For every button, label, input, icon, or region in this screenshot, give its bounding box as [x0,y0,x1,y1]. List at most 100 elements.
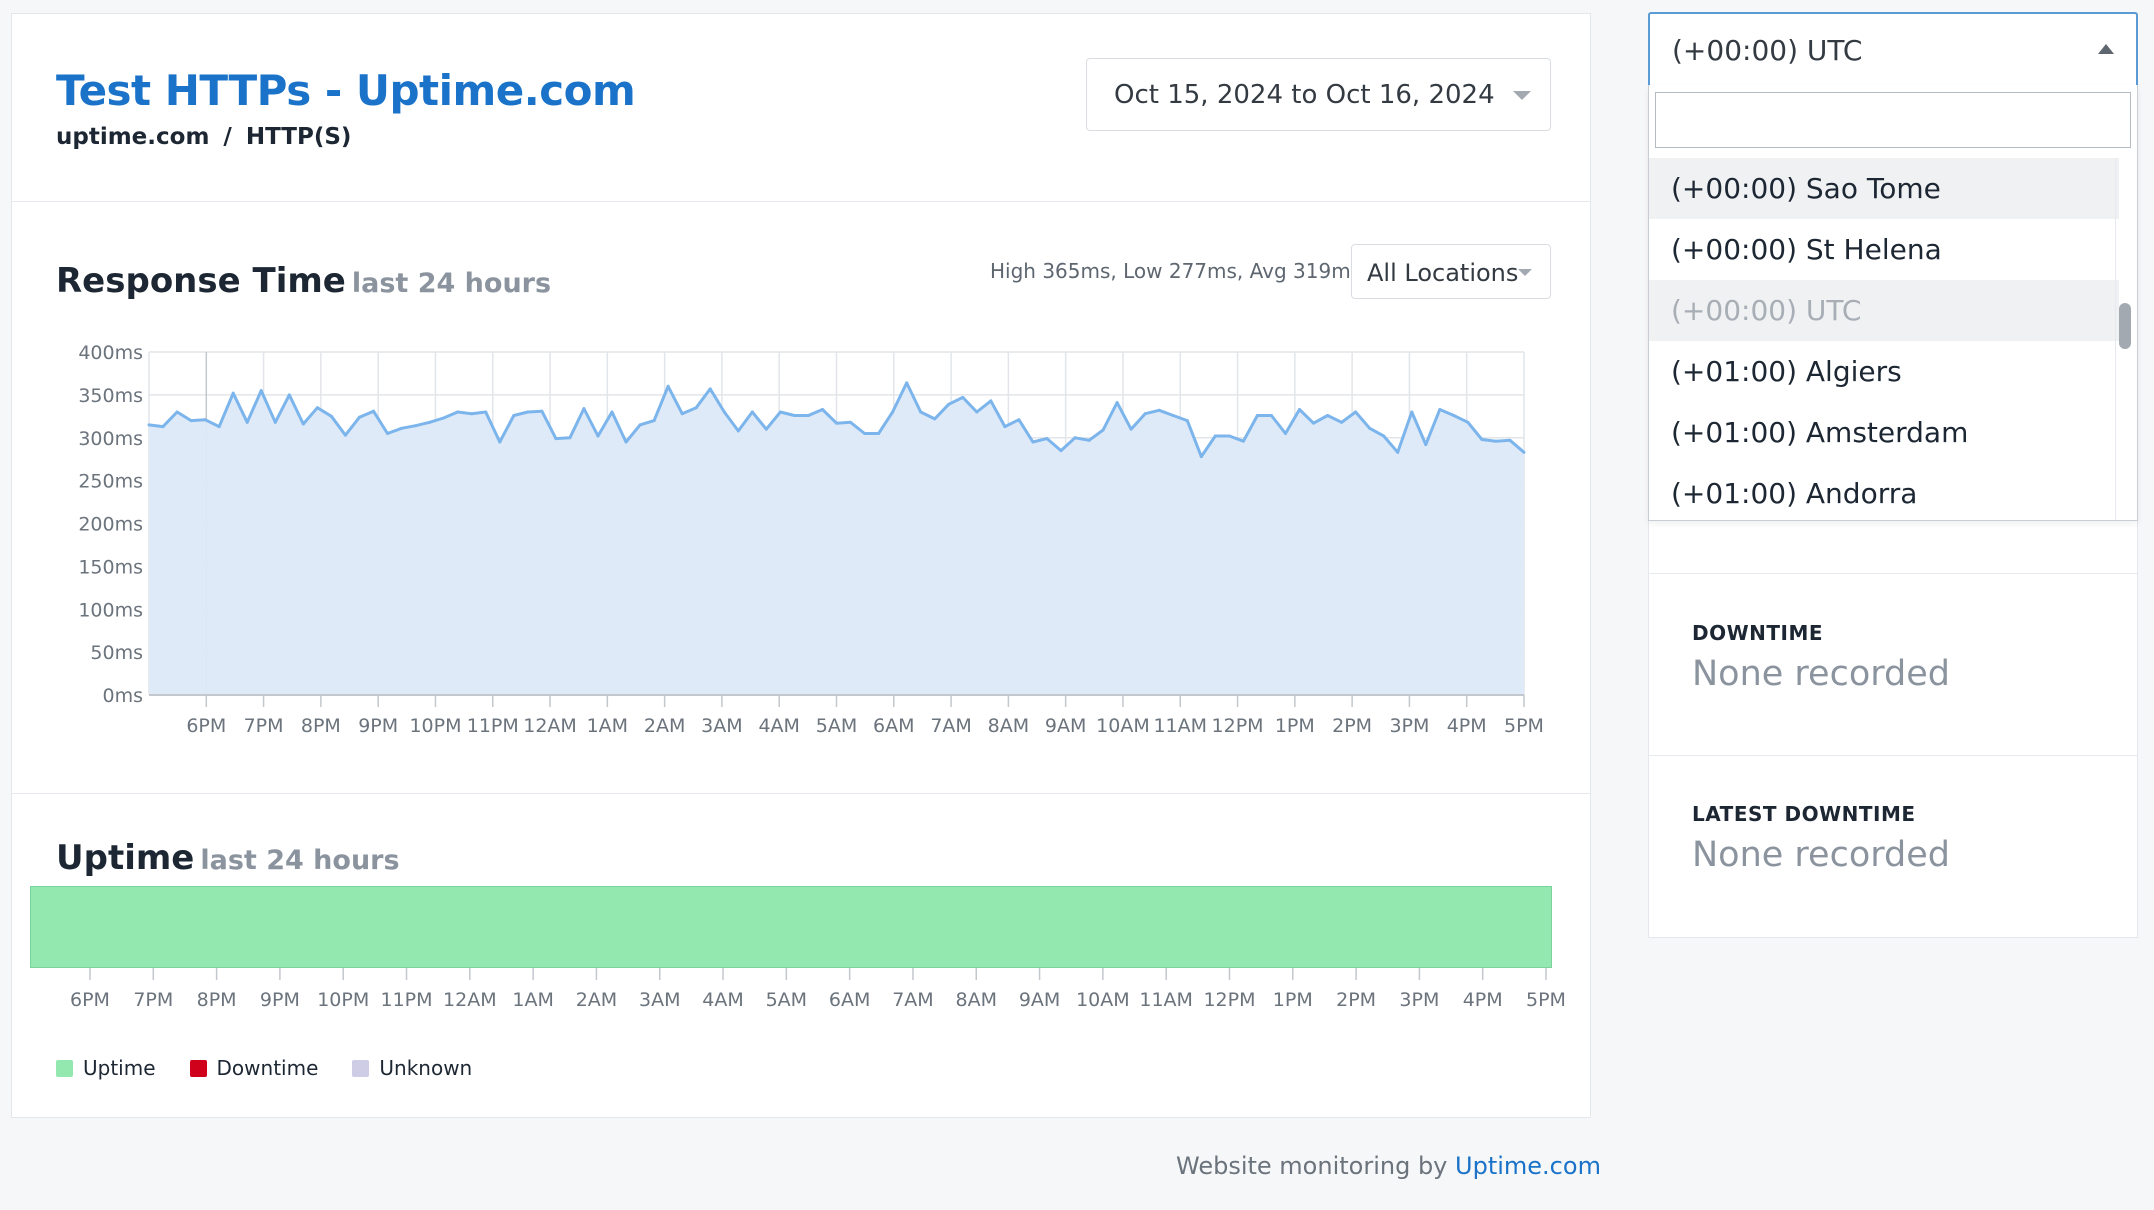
response-time-point[interactable] [386,431,390,435]
response-time-point[interactable] [1101,428,1105,432]
response-time-point[interactable] [1185,419,1189,423]
response-time-point[interactable] [722,410,726,414]
response-time-point[interactable] [203,418,207,422]
timezone-option[interactable]: (+00:00) St Helena [1649,219,2119,280]
response-time-point[interactable] [526,410,530,414]
response-time-point[interactable] [357,415,361,419]
response-time-point[interactable] [1241,439,1245,443]
timezone-select[interactable]: (+00:00) UTC [1648,12,2138,86]
timezone-option[interactable]: (+01:00) Algiers [1649,341,2119,402]
response-time-point[interactable] [1480,437,1484,441]
timezone-scrollbar-thumb[interactable] [2119,303,2131,349]
response-time-point[interactable] [1045,437,1049,441]
response-time-point[interactable] [1410,410,1414,414]
response-time-point[interactable] [736,429,740,433]
response-time-point[interactable] [1017,418,1021,422]
response-time-point[interactable] [792,413,796,417]
response-time-point[interactable] [217,425,221,429]
response-time-point[interactable] [778,410,782,414]
response-time-point[interactable] [1283,431,1287,435]
response-time-point[interactable] [1298,407,1302,411]
legend-item-unknown[interactable]: Unknown [352,1056,472,1080]
response-time-point[interactable] [189,419,193,423]
response-time-point[interactable] [1508,438,1512,442]
response-time-point[interactable] [1003,425,1007,429]
response-time-point[interactable] [1396,450,1400,454]
response-time-point[interactable] [891,410,895,414]
response-time-point[interactable] [806,413,810,417]
response-time-point[interactable] [820,407,824,411]
response-time-point[interactable] [287,393,291,397]
legend-item-uptime[interactable]: Uptime [56,1056,156,1080]
response-time-point[interactable] [1171,413,1175,417]
response-time-point[interactable] [666,384,670,388]
response-time-point[interactable] [1452,413,1456,417]
timezone-option[interactable]: (+01:00) Amsterdam [1649,402,2119,463]
timezone-search-input[interactable] [1655,92,2131,148]
breadcrumb-site[interactable]: uptime.com [56,124,209,150]
response-time-point[interactable] [1340,420,1344,424]
legend-item-downtime[interactable]: Downtime [189,1056,318,1080]
response-time-point[interactable] [989,399,993,403]
response-time-point[interactable] [1157,408,1161,412]
response-time-point[interactable] [877,431,881,435]
response-time-point[interactable] [1031,440,1035,444]
response-time-point[interactable] [315,406,319,410]
response-time-point[interactable] [750,410,754,414]
response-time-point[interactable] [470,412,474,416]
response-time-point[interactable] [849,420,853,424]
response-time-point[interactable] [1269,413,1273,417]
response-time-point[interactable] [400,426,404,430]
response-time-point[interactable] [343,433,347,437]
response-time-point[interactable] [147,423,151,427]
response-time-point[interactable] [442,416,446,420]
response-time-point[interactable] [1227,434,1231,438]
response-time-point[interactable] [1326,413,1330,417]
response-time-point[interactable] [708,387,712,391]
response-time-point[interactable] [1199,455,1203,459]
response-time-point[interactable] [1312,421,1316,425]
response-time-point[interactable] [231,391,235,395]
response-time-point[interactable] [933,417,937,421]
response-time-point[interactable] [1368,426,1372,430]
response-time-point[interactable] [371,409,375,413]
response-time-point[interactable] [680,412,684,416]
response-time-point[interactable] [329,414,333,418]
response-time-point[interactable] [1424,443,1428,447]
response-time-point[interactable] [919,410,923,414]
response-time-point[interactable] [273,420,277,424]
uptime-status-bar[interactable] [30,886,1552,968]
response-time-point[interactable] [568,436,572,440]
footer-link[interactable]: Uptime.com [1455,1152,1601,1180]
date-range-picker[interactable]: Oct 15, 2024 to Oct 16, 2024 [1086,58,1551,131]
response-time-point[interactable] [961,395,965,399]
response-time-point[interactable] [652,419,656,423]
response-time-point[interactable] [1115,401,1119,405]
response-time-point[interactable] [161,425,165,429]
response-time-point[interactable] [1073,436,1077,440]
response-time-point[interactable] [1129,427,1133,431]
response-time-point[interactable] [428,420,432,424]
response-time-point[interactable] [1059,449,1063,453]
timezone-option[interactable]: (+00:00) UTC [1649,280,2119,341]
response-time-point[interactable] [835,421,838,425]
response-time-point[interactable] [1382,434,1386,438]
response-time-point[interactable] [259,389,263,393]
timezone-option[interactable]: (+00:00) Sao Tome [1649,158,2119,219]
response-time-point[interactable] [554,437,558,441]
response-time-point[interactable] [1522,450,1526,454]
response-time-point[interactable] [694,406,698,410]
response-time-point[interactable] [245,420,249,424]
response-time-point[interactable] [610,410,614,414]
response-time-point[interactable] [175,410,179,414]
response-time-point[interactable] [863,431,867,435]
response-time-point[interactable] [947,402,951,406]
response-time-point[interactable] [1354,410,1358,414]
response-time-point[interactable] [498,440,502,444]
response-time-point[interactable] [1494,439,1498,443]
response-time-point[interactable] [596,434,600,438]
response-time-point[interactable] [638,423,642,427]
response-time-point[interactable] [414,424,418,428]
response-time-point[interactable] [456,410,460,414]
response-time-point[interactable] [1143,412,1147,416]
